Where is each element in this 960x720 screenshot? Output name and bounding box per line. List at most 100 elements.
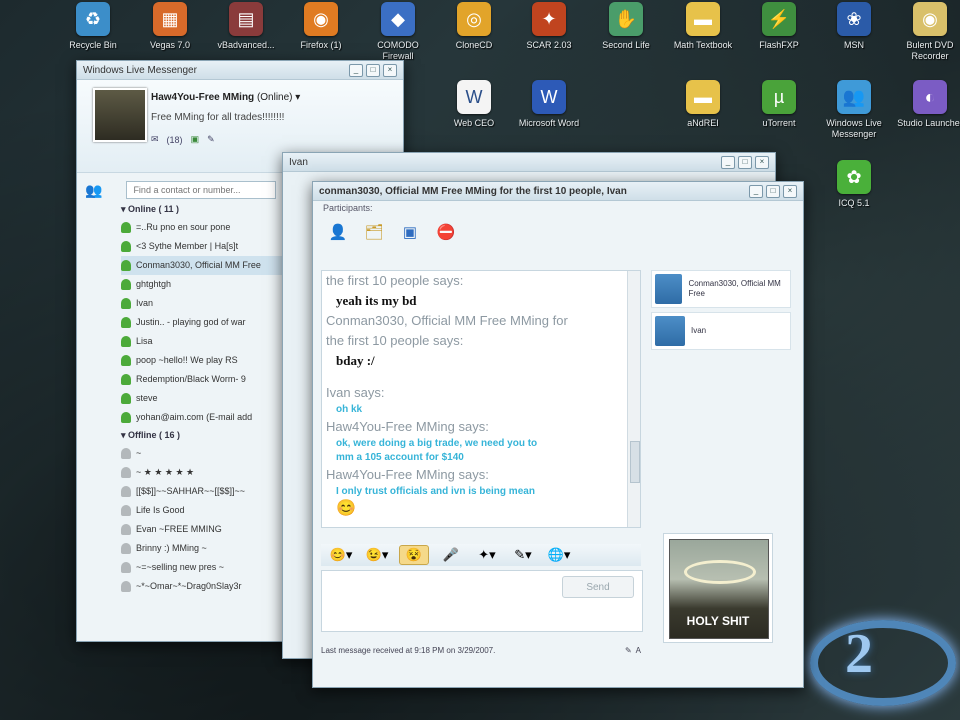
utorrent-icon[interactable]: µ uTorrent xyxy=(743,80,815,129)
online-buddy-icon xyxy=(121,317,131,328)
conversation-title: conman3030, Official MM Free MMing for t… xyxy=(319,185,627,197)
dvd-recorder-icon[interactable]: ◉ Bulent DVD Recorder xyxy=(894,2,960,62)
maximize-button[interactable]: □ xyxy=(738,155,752,169)
flashfxp-icon[interactable]: ⚡ FlashFXP xyxy=(743,2,815,51)
participant-name: Ivan xyxy=(691,326,707,335)
handwrite-icon[interactable]: ✎ xyxy=(625,646,632,655)
type-icon[interactable]: A xyxy=(636,646,641,655)
participant-item[interactable]: Conman3030, Official MM Free xyxy=(651,270,791,308)
video-call-icon[interactable]: ▣ xyxy=(397,219,423,245)
comodo-icon[interactable]: ◆ COMODO Firewall xyxy=(362,2,434,62)
avatar[interactable] xyxy=(93,88,147,142)
contact-name: Evan ~FREE MMING xyxy=(136,524,222,534)
contact-name: steve xyxy=(136,393,158,403)
offline-buddy-icon xyxy=(121,505,131,516)
participants-label: Participants: xyxy=(323,203,373,213)
contact-name: ~*~Omar~*~Drag0nSlay3r xyxy=(136,581,242,591)
personal-message[interactable]: Free MMing for all trades!!!!!!!! xyxy=(151,112,284,123)
voice-clip-icon[interactable]: 🎤 xyxy=(437,546,465,564)
messenger-icon[interactable]: 👥 Windows Live Messenger xyxy=(818,80,890,140)
pen-icon[interactable]: ✎ xyxy=(207,134,215,145)
minimize-button[interactable]: _ xyxy=(349,63,363,77)
spaces-icon[interactable]: ▣ xyxy=(191,134,200,145)
handwriting-icon[interactable]: ✎▾ xyxy=(509,546,537,564)
desktop-icon-label: Microsoft Word xyxy=(518,118,580,128)
halo-2-logo: 2 xyxy=(800,610,956,706)
conversation-toolbar: 👤 🗂 ▣ ⛔ xyxy=(313,215,803,249)
emoticon-icon[interactable]: 😊▾ xyxy=(327,546,355,564)
recycle-bin-icon[interactable]: ♻ Recycle Bin xyxy=(57,2,129,51)
folder-icon[interactable]: ▬ aNdREI xyxy=(667,80,739,129)
studio-icon[interactable]: ◐ Studio Launcher xyxy=(894,80,960,129)
message-text: bday :/ xyxy=(336,353,375,368)
nudge-icon[interactable]: 😵 xyxy=(399,545,429,565)
send-button[interactable]: Send xyxy=(562,576,634,598)
mail-icon[interactable]: ✉ xyxy=(151,134,159,145)
desktop-icon-label: FlashFXP xyxy=(759,40,799,50)
desktop-icon-label: Vegas 7.0 xyxy=(149,40,191,50)
close-button[interactable]: × xyxy=(755,155,769,169)
vegas-icon[interactable]: ▦ Vegas 7.0 xyxy=(134,2,206,51)
message-text: yeah its my bd xyxy=(336,293,417,308)
message-sender: Conman3030, Official MM Free MMing for xyxy=(326,313,568,328)
desktop-icon-label: Second Life xyxy=(602,40,650,50)
word-icon[interactable]: W Microsoft Word xyxy=(513,80,585,129)
icq-icon[interactable]: ✿ ICQ 5.1 xyxy=(818,160,890,209)
desktop-icon-label: Firefox (1) xyxy=(300,40,342,50)
minimize-button[interactable]: _ xyxy=(721,155,735,169)
message-sender: Ivan says: xyxy=(326,385,385,400)
contact-name: [[$$]]~~SAHHAR~~[[$$]]~~ xyxy=(136,486,246,496)
format-toolbar: 😊▾ 😉▾ 😵 🎤 ✦▾ ✎▾ 🌐▾ xyxy=(321,544,641,566)
participant-item[interactable]: Ivan xyxy=(651,312,791,350)
mail-count: (18) xyxy=(166,134,183,145)
online-buddy-icon xyxy=(121,222,131,233)
webceo-icon[interactable]: W Web CEO xyxy=(438,80,510,129)
history-scrollbar[interactable] xyxy=(627,271,640,527)
online-buddy-icon xyxy=(121,279,131,290)
close-button[interactable]: × xyxy=(783,184,797,198)
conversation-back-title: Ivan xyxy=(289,156,308,168)
display-picture[interactable]: HOLY SHIT xyxy=(663,533,773,643)
messenger-titlebar[interactable]: Windows Live Messenger _ □ × xyxy=(77,61,403,80)
message-compose[interactable]: Send xyxy=(321,570,643,632)
desktop-icon-label: Web CEO xyxy=(453,118,495,128)
share-files-icon[interactable]: 🗂 xyxy=(361,219,387,245)
contact-name: =..Ru pno en sour pone xyxy=(136,222,231,232)
conversation-window[interactable]: conman3030, Official MM Free MMing for t… xyxy=(312,181,804,688)
background-icon[interactable]: ✦▾ xyxy=(473,546,501,564)
contact-name: Ivan xyxy=(136,298,154,308)
invite-contact-icon[interactable]: 👤 xyxy=(325,219,351,245)
message-sender: the first 10 people says: xyxy=(326,273,464,288)
second-life-icon[interactable]: ✋ Second Life xyxy=(590,2,662,51)
last-message-status: Last message received at 9:18 PM on 3/29… xyxy=(321,645,496,655)
block-contact-icon[interactable]: ⛔ xyxy=(433,219,459,245)
minimize-button[interactable]: _ xyxy=(749,184,763,198)
wink-icon[interactable]: 😉▾ xyxy=(363,546,391,564)
message-text: ok, were doing a big trade, we need you … xyxy=(336,438,538,449)
maximize-button[interactable]: □ xyxy=(366,63,380,77)
message-sender: the first 10 people says: xyxy=(326,333,464,348)
clonecd-icon[interactable]: ◎ CloneCD xyxy=(438,2,510,51)
desktop-icon-label: uTorrent xyxy=(762,118,796,128)
close-button[interactable]: × xyxy=(383,63,397,77)
msn-icon[interactable]: ❀ MSN xyxy=(818,2,890,51)
contacts-icon[interactable]: 👥 xyxy=(85,182,102,199)
games-icon[interactable]: 🌐▾ xyxy=(545,546,573,564)
message-history[interactable]: the first 10 people says: yeah its my bd C… xyxy=(321,270,641,528)
scar-icon[interactable]: ✦ SCAR 2.03 xyxy=(513,2,585,51)
vbadvanced-icon[interactable]: ▤ vBadvanced... xyxy=(210,2,282,51)
conversation-titlebar[interactable]: conman3030, Official MM Free MMing for t… xyxy=(313,182,803,201)
folder-icon[interactable]: ▬ Math Textbook xyxy=(667,2,739,51)
scroll-thumb[interactable] xyxy=(630,441,640,483)
maximize-button[interactable]: □ xyxy=(766,184,780,198)
firefox-icon[interactable]: ◉ Firefox (1) xyxy=(285,2,357,51)
contact-name: ~=~selling new pres ~ xyxy=(136,562,225,572)
desktop-icon-label: CloneCD xyxy=(455,40,493,50)
desktop-icon-label: Bulent DVD Recorder xyxy=(906,40,954,61)
profile-name-row[interactable]: Haw4You-Free MMing (Online) ▾ xyxy=(151,92,300,103)
profile-actions: ✉ (18) ▣ ✎ xyxy=(151,134,215,145)
message-text xyxy=(322,371,640,383)
search-input[interactable] xyxy=(126,181,277,199)
conversation-back-titlebar[interactable]: Ivan _ □ × xyxy=(283,153,775,172)
display-picture-caption: HOLY SHIT xyxy=(686,614,750,628)
